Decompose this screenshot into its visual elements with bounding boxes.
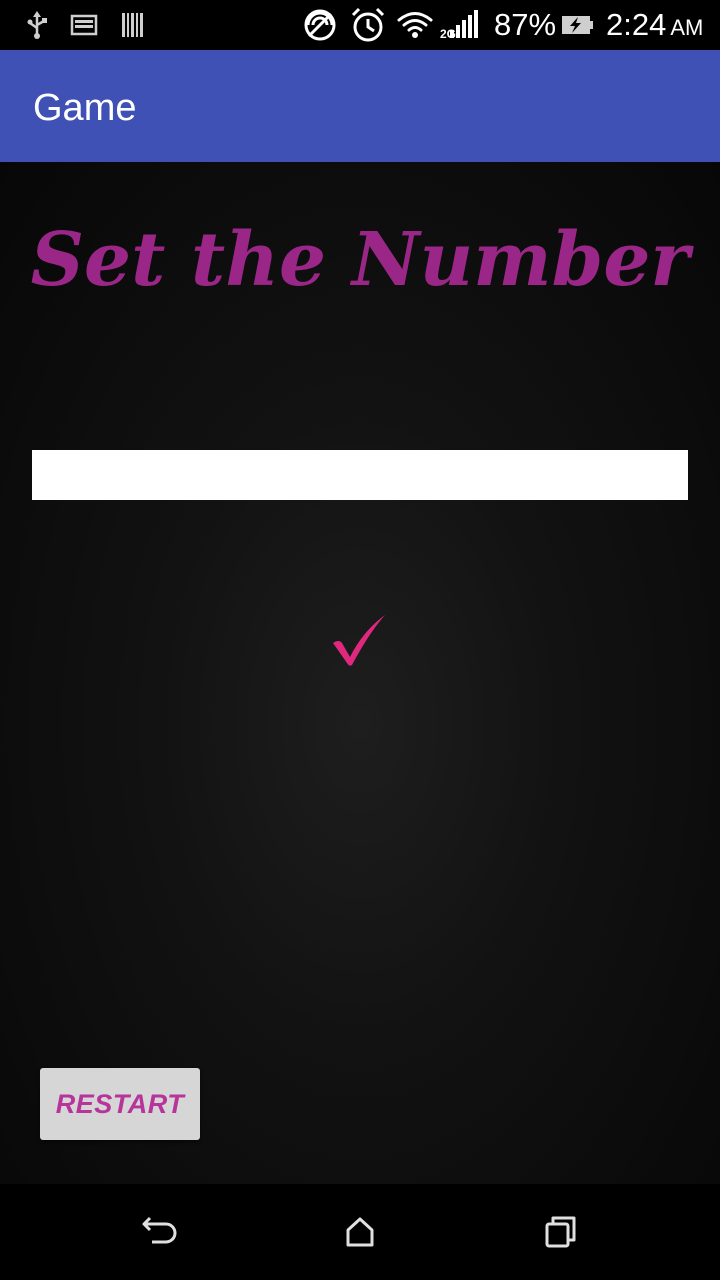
page-title: Set the Number <box>30 217 690 303</box>
battery-charging-icon <box>560 10 594 40</box>
no-sim-icon <box>300 9 340 41</box>
nav-bar <box>0 1184 720 1280</box>
recents-icon <box>545 1216 576 1248</box>
back-icon <box>142 1216 177 1244</box>
home-icon <box>346 1217 374 1247</box>
home-button[interactable] <box>338 1212 382 1252</box>
alarm-icon <box>348 7 388 42</box>
clock-ampm: AM <box>670 15 704 40</box>
svg-text:2G: 2G <box>440 27 456 40</box>
checkmark-icon <box>333 615 385 666</box>
game-content: Set the Number RESTART <box>0 162 720 1184</box>
wifi-icon <box>396 10 434 40</box>
back-button[interactable] <box>138 1212 182 1252</box>
app-bar: Game <box>0 50 720 162</box>
clock-hours: 2:24 <box>606 7 667 42</box>
check-button[interactable] <box>326 608 392 674</box>
status-bar: 2G 87% 2:24 AM <box>0 0 720 50</box>
clock-time: 2:24 AM <box>606 8 703 45</box>
signal-icon: 2G <box>440 10 482 40</box>
recents-button[interactable] <box>538 1212 582 1252</box>
battery-percent: 87% <box>494 7 557 42</box>
app-title: Game <box>33 87 137 129</box>
restart-button[interactable]: RESTART <box>40 1068 200 1140</box>
screen: 2G 87% 2:24 AM Game Set the Number RESTAR… <box>0 0 720 1280</box>
number-input[interactable] <box>32 450 688 500</box>
usb-icon <box>24 10 50 40</box>
image-icon <box>70 10 98 40</box>
barcode-icon <box>120 10 144 40</box>
